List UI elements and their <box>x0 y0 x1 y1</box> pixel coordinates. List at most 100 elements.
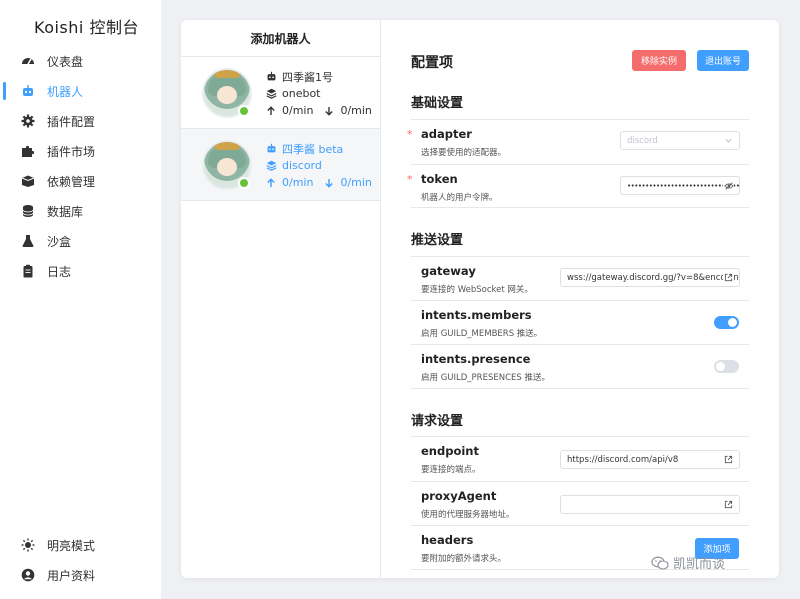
required-mark: * <box>407 173 413 186</box>
gateway-input-value: wss://gateway.discord.gg/?v=8&encoding=j… <box>567 272 739 283</box>
field-label: intents.members <box>421 308 532 322</box>
layers-icon <box>265 160 277 171</box>
intents-presence-switch[interactable] <box>714 360 739 373</box>
field-description: 选择要使用的适配器。 <box>421 148 507 158</box>
sidebar-item-label: 机器人 <box>47 84 84 99</box>
adapter-select[interactable]: discord <box>620 131 740 150</box>
config-row-token: * token 机器人的用户令牌。 ••••••••••••••••••••••… <box>407 164 749 208</box>
sun-icon <box>21 538 35 552</box>
sidebar-item-plugin-market[interactable]: 插件市场 <box>0 136 161 166</box>
config-panel: 配置项 移除实例 退出账号 基础设置 * adapter 选择要使用的适配器。 … <box>381 20 779 578</box>
remove-instance-button[interactable]: 移除实例 <box>632 50 686 71</box>
arrow-down-icon <box>323 178 335 188</box>
sidebar-item-dependencies[interactable]: 依赖管理 <box>0 166 161 196</box>
box-icon <box>21 174 35 188</box>
endpoint-input[interactable]: https://discord.com/api/v8 <box>560 450 740 469</box>
token-input[interactable]: •••••••••••••••••••••••••••••••••••• <box>620 176 740 195</box>
field-description: 启用 GUILD_PRESENCES 推送。 <box>421 373 550 383</box>
sidebar-item-label: 仪表盘 <box>47 54 84 69</box>
section-title-basic: 基础设置 <box>411 96 464 111</box>
sidebar-nav: 仪表盘 机器人 插件配置 插件市场 依赖管理 数据库 沙盒 日志 <box>0 46 161 286</box>
bot-receive-rate: 0/min <box>340 176 372 189</box>
sidebar-item-sandbox[interactable]: 沙盒 <box>0 226 161 256</box>
config-row-intents-presence: intents.presence 启用 GUILD_PRESENCES 推送。 <box>411 344 749 389</box>
adapter-select-value: discord <box>627 135 658 146</box>
bot-receive-rate: 0/min <box>340 104 372 117</box>
bot-list-item[interactable]: 四季酱 beta discord 0/min 0/min <box>181 129 380 201</box>
online-status-dot <box>238 105 250 117</box>
config-row-endpoint: endpoint 要连接的端点。 https://discord.com/api… <box>411 436 749 481</box>
field-label: proxyAgent <box>421 489 497 503</box>
config-title: 配置项 <box>411 55 453 71</box>
chevron-down-icon <box>723 135 734 146</box>
bot-platform: onebot <box>282 87 321 100</box>
wechat-icon <box>651 556 669 570</box>
bot-list-item[interactable]: 四季酱1号 onebot 0/min 0/min <box>181 57 380 129</box>
bot-name: 四季酱1号 <box>282 70 333 84</box>
required-mark: * <box>407 128 413 141</box>
gear-icon <box>21 114 35 128</box>
sidebar-item-label: 明亮模式 <box>47 538 96 553</box>
watermark: 凯凯而谈 <box>651 553 725 572</box>
layers-icon <box>265 88 277 99</box>
field-description: 使用的代理服务器地址。 <box>421 510 515 520</box>
sidebar-item-light-mode[interactable]: 明亮模式 <box>0 530 161 560</box>
bot-platform: discord <box>282 159 322 172</box>
robot-icon <box>265 143 277 154</box>
config-row-intents-members: intents.members 启用 GUILD_MEMBERS 推送。 <box>411 300 749 344</box>
bot-send-rate: 0/min <box>282 176 314 189</box>
eye-slash-icon[interactable] <box>723 180 734 191</box>
sidebar-item-label: 日志 <box>47 264 72 279</box>
bot-info: 四季酱1号 onebot 0/min 0/min <box>265 68 372 119</box>
logout-button[interactable]: 退出账号 <box>697 50 749 71</box>
watermark-text: 凯凯而谈 <box>673 557 726 572</box>
arrow-up-icon <box>265 105 277 116</box>
bot-name: 四季酱 beta <box>282 142 344 156</box>
robot-icon <box>265 71 277 82</box>
field-label: intents.presence <box>421 352 531 366</box>
sidebar-item-database[interactable]: 数据库 <box>0 196 161 226</box>
dashboard-icon <box>21 54 35 68</box>
field-label: endpoint <box>421 444 479 458</box>
config-row-gateway: gateway 要连接的 WebSocket 网关。 wss://gateway… <box>411 256 749 300</box>
sidebar-item-label: 依赖管理 <box>47 174 96 189</box>
sidebar-item-user-profile[interactable]: 用户资料 <box>0 560 161 590</box>
bot-list-panel: 添加机器人 四季酱1号 onebot 0/min 0/min 四季酱 beta … <box>181 20 381 578</box>
user-circle-icon <box>21 568 35 582</box>
puzzle-icon <box>21 144 35 158</box>
bot-send-rate: 0/min <box>282 104 314 117</box>
field-description: 要附加的额外请求头。 <box>421 554 507 564</box>
sidebar-item-label: 用户资料 <box>47 568 96 583</box>
online-status-dot <box>238 177 250 189</box>
arrow-up-icon <box>265 177 277 188</box>
sidebar: Koishi 控制台 仪表盘 机器人 插件配置 插件市场 依赖管理 数据库 沙盒… <box>0 0 161 599</box>
field-description: 启用 GUILD_MEMBERS 推送。 <box>421 329 543 339</box>
sidebar-item-label: 插件配置 <box>47 114 96 129</box>
add-bot-button[interactable]: 添加机器人 <box>181 20 380 57</box>
sidebar-item-plugin-config[interactable]: 插件配置 <box>0 106 161 136</box>
proxy-agent-input[interactable] <box>560 495 740 514</box>
sidebar-item-dashboard[interactable]: 仪表盘 <box>0 46 161 76</box>
intents-members-switch[interactable] <box>714 316 739 329</box>
section-title-request: 请求设置 <box>411 414 464 429</box>
clipboard-icon <box>21 264 35 278</box>
sidebar-item-label: 沙盒 <box>47 234 72 249</box>
config-row-adapter: * adapter 选择要使用的适配器。 discord <box>407 119 749 164</box>
field-description: 要连接的 WebSocket 网关。 <box>421 285 533 295</box>
bot-info: 四季酱 beta discord 0/min 0/min <box>265 140 372 191</box>
sidebar-item-logs[interactable]: 日志 <box>0 256 161 286</box>
endpoint-input-value: https://discord.com/api/v8 <box>567 454 679 465</box>
external-link-icon[interactable] <box>723 272 734 283</box>
field-description: 机器人的用户令牌。 <box>421 193 498 203</box>
database-icon <box>21 204 35 218</box>
field-label: headers <box>421 533 474 547</box>
sidebar-item-label: 插件市场 <box>47 144 96 159</box>
config-row-proxy-agent: proxyAgent 使用的代理服务器地址。 <box>411 481 749 525</box>
sidebar-item-robots[interactable]: 机器人 <box>0 76 161 106</box>
external-link-icon[interactable] <box>723 499 734 510</box>
field-label: token <box>421 172 458 186</box>
section-title-push: 推送设置 <box>411 233 464 248</box>
sidebar-item-label: 数据库 <box>47 204 84 219</box>
gateway-input[interactable]: wss://gateway.discord.gg/?v=8&encoding=j… <box>560 268 740 287</box>
external-link-icon[interactable] <box>723 454 734 465</box>
